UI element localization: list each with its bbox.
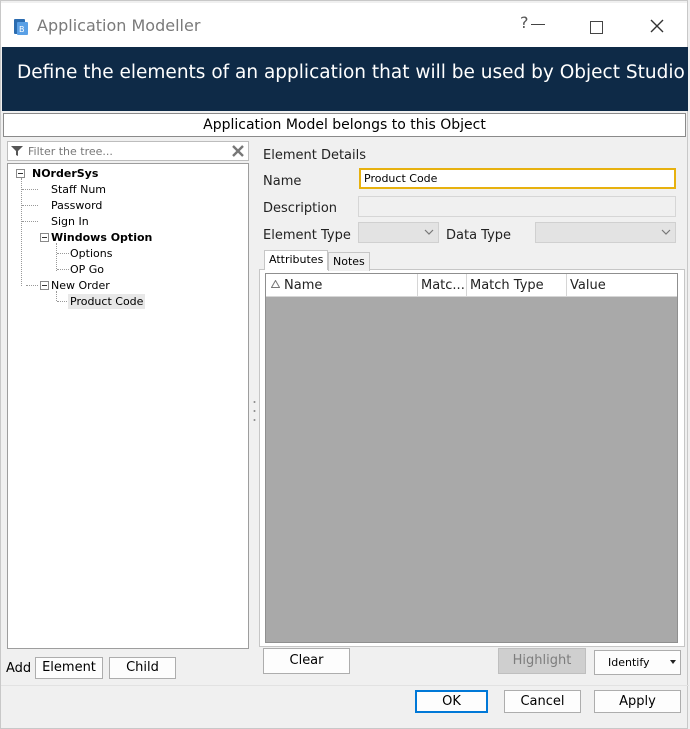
add-label: Add xyxy=(6,661,32,676)
tree-node-product-code[interactable]: Product Code xyxy=(68,294,146,309)
element-type-dropdown[interactable] xyxy=(358,222,439,243)
tree-node-norder-sys[interactable]: NOrderSys xyxy=(30,166,100,181)
name-field[interactable] xyxy=(359,168,676,189)
clear-filter-icon[interactable] xyxy=(230,143,246,159)
tree-node-new-order[interactable]: New Order xyxy=(49,278,112,293)
tree-connector xyxy=(22,189,38,190)
filter-input[interactable] xyxy=(28,142,228,160)
tree-filter xyxy=(7,141,249,161)
tree-node-password[interactable]: Password xyxy=(49,198,104,213)
attributes-grid[interactable]: Name Matc... Match Type Value xyxy=(265,273,678,643)
tree-node-options[interactable]: Options xyxy=(68,246,114,261)
collapse-icon[interactable] xyxy=(40,281,49,290)
collapse-icon[interactable] xyxy=(40,233,49,242)
title-bar[interactable]: B Application Modeller ? xyxy=(1,3,687,47)
name-label: Name xyxy=(263,174,302,189)
column-header-value[interactable]: Value xyxy=(566,274,677,297)
help-icon[interactable]: ? xyxy=(520,13,529,32)
tree-node-windows-option[interactable]: Windows Option xyxy=(49,230,154,245)
minimize-icon[interactable] xyxy=(531,24,545,25)
dropdown-arrow-icon xyxy=(670,660,676,664)
tab-notes[interactable]: Notes xyxy=(328,252,370,271)
splitter-handle[interactable] xyxy=(253,399,256,423)
app-icon: B xyxy=(14,19,28,35)
data-type-dropdown[interactable] xyxy=(535,222,676,243)
application-modeller-window: B Application Modeller ? Define the elem… xyxy=(0,0,689,729)
cancel-button[interactable]: Cancel xyxy=(504,690,581,713)
maximize-icon[interactable] xyxy=(590,21,603,34)
window-title: Application Modeller xyxy=(37,16,201,35)
filter-icon xyxy=(11,146,23,156)
description-label: Description xyxy=(263,201,338,216)
collapse-icon[interactable] xyxy=(16,169,25,178)
svg-text:B: B xyxy=(19,25,25,34)
tree-connector xyxy=(56,243,57,271)
attributes-grid-header: Name Matc... Match Type Value xyxy=(266,274,677,297)
column-header-match-type[interactable]: Match Type xyxy=(466,274,567,297)
tree-connector xyxy=(22,205,38,206)
add-child-button[interactable]: Child xyxy=(109,657,176,679)
column-header-match[interactable]: Matc... xyxy=(417,274,467,297)
identify-button[interactable]: Identify xyxy=(594,650,681,675)
ok-button[interactable]: OK xyxy=(415,690,488,713)
tree-node-staff-num[interactable]: Staff Num xyxy=(49,182,108,197)
tree-connector xyxy=(26,285,38,286)
clear-button[interactable]: Clear xyxy=(263,648,350,674)
highlight-button[interactable]: Highlight xyxy=(498,648,586,674)
tab-attributes[interactable]: Attributes xyxy=(264,250,329,270)
footer-divider xyxy=(1,685,689,686)
chevron-down-icon xyxy=(424,229,434,235)
data-type-label: Data Type xyxy=(446,228,512,243)
apply-button[interactable]: Apply xyxy=(594,690,681,713)
application-model-belongs-bar: Application Model belongs to this Object xyxy=(3,113,686,137)
close-icon[interactable] xyxy=(647,16,667,36)
header-banner: Define the elements of an application th… xyxy=(2,47,688,111)
tree-node-sign-in[interactable]: Sign In xyxy=(49,214,91,229)
tree-connector xyxy=(22,221,38,222)
column-header-name[interactable]: Name xyxy=(280,274,418,297)
identify-label: Identify xyxy=(608,656,650,669)
element-type-label: Element Type xyxy=(263,228,351,243)
sort-ascending-icon xyxy=(271,280,280,288)
banner-text: Define the elements of an application th… xyxy=(17,62,685,83)
element-tree: NOrderSys Staff Num Password Sign In Win… xyxy=(7,163,249,649)
description-field[interactable] xyxy=(358,196,676,217)
chevron-down-icon xyxy=(661,229,671,235)
add-element-button[interactable]: Element xyxy=(35,657,103,679)
tree-connector xyxy=(21,178,22,286)
element-details-heading: Element Details xyxy=(263,148,367,163)
tree-node-op-go[interactable]: OP Go xyxy=(68,262,106,277)
